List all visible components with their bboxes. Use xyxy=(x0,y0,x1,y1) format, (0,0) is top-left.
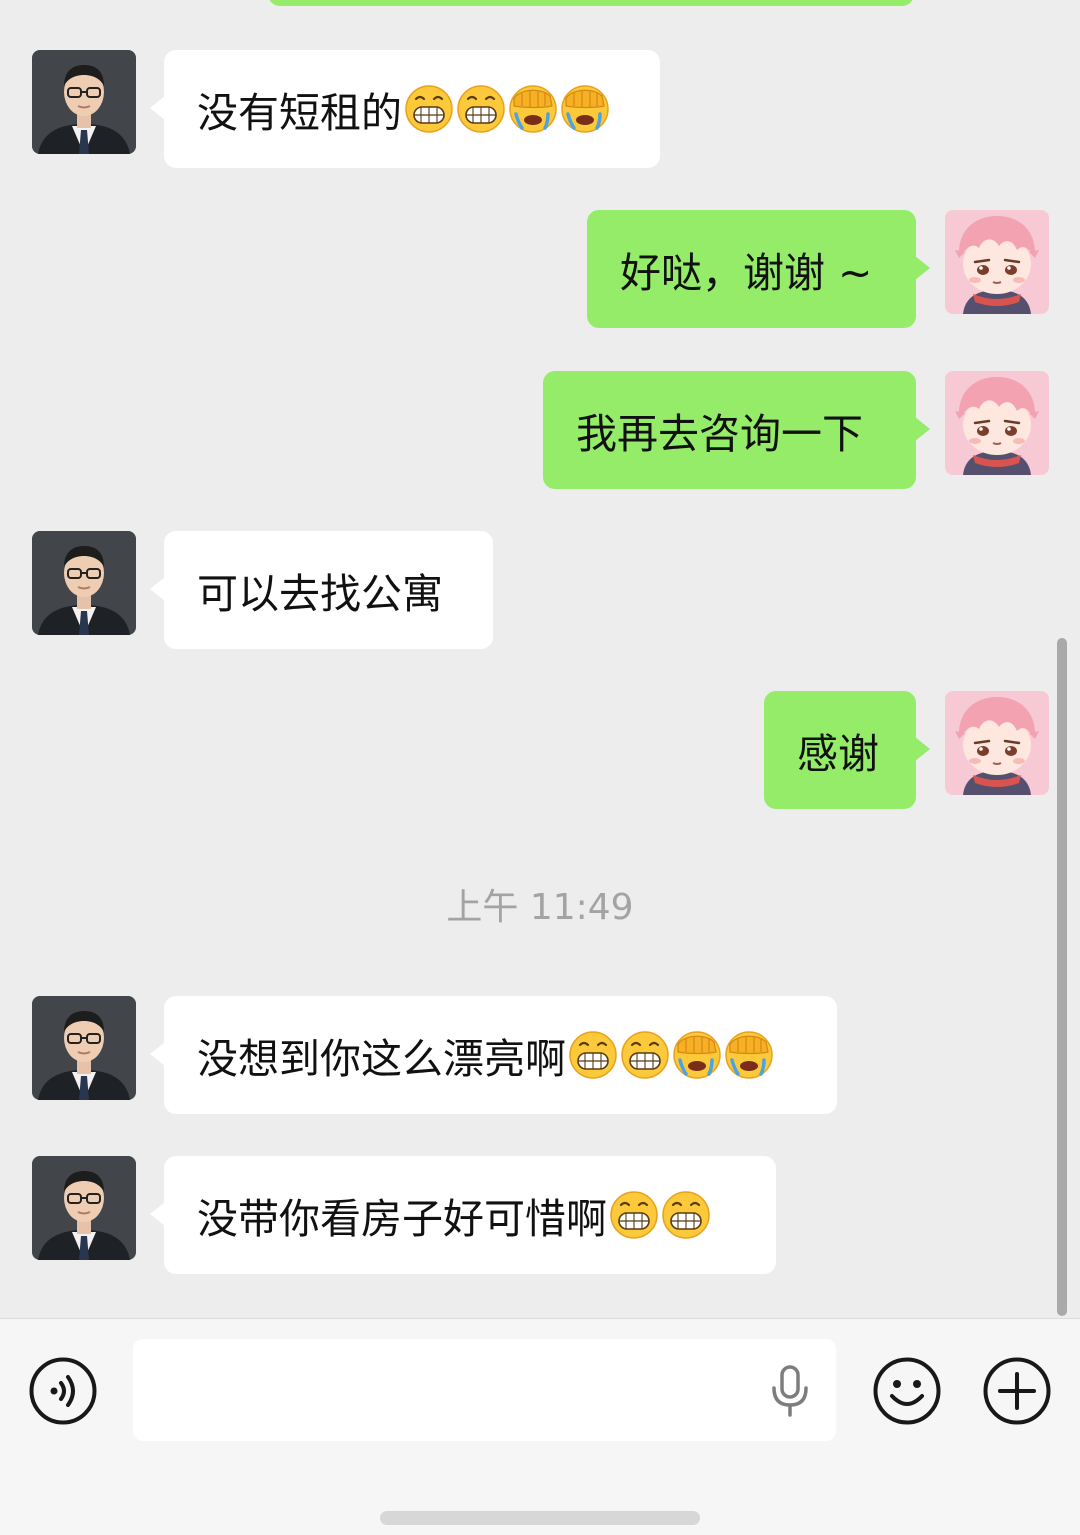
message-bubble[interactable]: 感谢 xyxy=(764,691,930,809)
message-text: 没想到你这么漂亮啊 xyxy=(197,1035,566,1083)
plus-icon xyxy=(983,1357,1051,1425)
chat-scrollbar[interactable] xyxy=(1057,638,1067,1316)
message-bubble[interactable]: 好哒，谢谢 ~ xyxy=(587,210,930,328)
message-bubble[interactable]: 没有短租的 xyxy=(150,50,660,168)
message-bubble[interactable]: 没想到你这么漂亮啊 xyxy=(150,996,837,1114)
contact-avatar[interactable] xyxy=(32,1156,136,1260)
message-text: 我再去咨询一下 xyxy=(576,410,863,458)
message-text: 感谢 xyxy=(797,730,879,778)
message-text: 好哒，谢谢 ~ xyxy=(620,249,873,297)
more-actions-button[interactable] xyxy=(982,1356,1052,1426)
chat-message-list[interactable]: 没有短租的 好哒，谢谢 ~ 我再去咨询一下 可以去找公寓 感谢 上午 11:49… xyxy=(0,0,1080,1318)
home-indicator[interactable] xyxy=(380,1511,700,1525)
voice-icon xyxy=(29,1357,97,1425)
my-avatar[interactable] xyxy=(945,371,1049,475)
emoji-icon xyxy=(873,1357,941,1425)
message-bubble[interactable]: 可以去找公寓 xyxy=(150,531,493,649)
previous-message-bubble xyxy=(268,0,914,6)
facepalm-cry-emoji xyxy=(724,1030,774,1080)
message-text: 可以去找公寓 xyxy=(197,570,443,618)
voice-button[interactable] xyxy=(28,1356,98,1426)
grin-emoji xyxy=(620,1030,670,1080)
message-timestamp: 上午 11:49 xyxy=(446,887,634,928)
grin-emoji xyxy=(661,1190,711,1240)
grin-emoji xyxy=(404,84,454,134)
facepalm-cry-emoji xyxy=(672,1030,722,1080)
grin-emoji xyxy=(456,84,506,134)
grin-emoji xyxy=(609,1190,659,1240)
contact-avatar[interactable] xyxy=(32,996,136,1100)
my-avatar[interactable] xyxy=(945,210,1049,314)
contact-avatar[interactable] xyxy=(32,50,136,154)
facepalm-cry-emoji xyxy=(508,84,558,134)
message-text: 没有短租的 xyxy=(197,89,402,137)
emoji-button[interactable] xyxy=(872,1356,942,1426)
my-avatar[interactable] xyxy=(945,691,1049,795)
message-bubble[interactable]: 我再去咨询一下 xyxy=(543,371,930,489)
facepalm-cry-emoji xyxy=(560,84,610,134)
microphone-icon xyxy=(772,1365,808,1417)
contact-avatar[interactable] xyxy=(32,531,136,635)
message-bubble[interactable]: 没带你看房子好可惜啊 xyxy=(150,1156,776,1274)
message-text: 没带你看房子好可惜啊 xyxy=(197,1195,607,1243)
message-input[interactable] xyxy=(133,1339,836,1441)
microphone-button[interactable] xyxy=(768,1364,812,1418)
grin-emoji xyxy=(568,1030,618,1080)
